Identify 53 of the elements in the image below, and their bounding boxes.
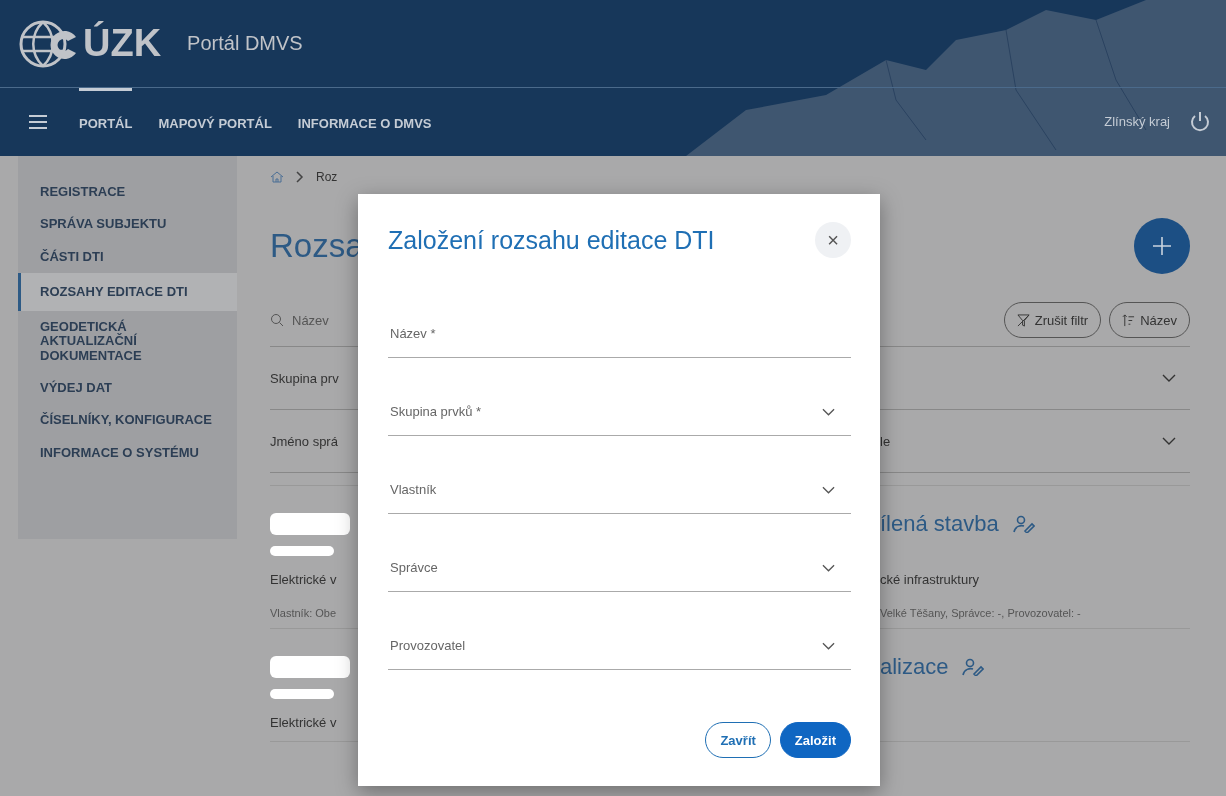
select-field[interactable]: Vlastník bbox=[388, 436, 851, 514]
nav-link[interactable]: MAPOVÝ PORTÁL bbox=[158, 88, 272, 155]
chevron-down-icon bbox=[822, 641, 835, 650]
chevron-down-icon bbox=[822, 563, 835, 572]
person-edit-icon[interactable] bbox=[1012, 515, 1035, 533]
close-button[interactable]: × bbox=[815, 222, 851, 258]
sidebar-item[interactable]: ČÁSTI DTI bbox=[18, 240, 237, 273]
sidebar-item[interactable]: ČÍSELNÍKY, KONFIGURACE bbox=[18, 404, 237, 437]
search-icon bbox=[270, 313, 284, 327]
sidebar-item[interactable]: ROZSAHY EDITACE DTI bbox=[18, 272, 237, 312]
select-field[interactable]: Správce bbox=[388, 514, 851, 592]
create-button[interactable]: Založit bbox=[779, 722, 851, 758]
chevron-down-icon bbox=[822, 485, 835, 494]
globe-logo-icon bbox=[17, 18, 79, 69]
chevron-right-icon bbox=[296, 171, 304, 183]
chevron-down-icon bbox=[822, 407, 835, 416]
card-type-text: cké infrastruktury bbox=[880, 571, 980, 587]
card-title[interactable]: ílená stavba bbox=[880, 511, 999, 537]
redaction-block bbox=[270, 689, 334, 699]
card-meta-text: Vlastník: Obe bbox=[270, 607, 338, 619]
filter-dropdown[interactable]: Jméno sprá bbox=[270, 433, 358, 449]
chevron-down-icon[interactable] bbox=[1162, 437, 1176, 445]
sidebar-item[interactable]: INFORMACE O SYSTÉMU bbox=[18, 436, 237, 469]
card-meta-text: Velké Těšany, Správce: -, Provozovatel: - bbox=[880, 607, 1082, 619]
dialog-title: Založení rozsahu editace DTI bbox=[388, 225, 715, 255]
breadcrumb-link[interactable]: Roz bbox=[316, 170, 338, 184]
sort-icon bbox=[1122, 313, 1136, 327]
redaction-block bbox=[270, 546, 334, 556]
search-field[interactable]: Název bbox=[270, 312, 358, 328]
sidebar-item[interactable]: SPRÁVA SUBJEKTU bbox=[18, 208, 237, 241]
power-icon[interactable] bbox=[1188, 109, 1212, 134]
sidebar-item[interactable]: GEODETICKÁ AKTUALIZAČNÍ DOKUMENTACE bbox=[18, 311, 237, 373]
chevron-down-icon[interactable] bbox=[1162, 374, 1176, 382]
input-field[interactable]: Název * bbox=[388, 280, 851, 358]
select-field[interactable]: Provozovatel bbox=[388, 592, 851, 670]
menu-icon[interactable] bbox=[29, 114, 47, 129]
filter-dropdown[interactable]: Skupina prv bbox=[270, 370, 358, 386]
sidebar-item[interactable]: VÝDEJ DAT bbox=[18, 372, 237, 405]
region-label: Zlínský kraj bbox=[1104, 114, 1170, 129]
nav-link[interactable]: INFORMACE O DMVS bbox=[297, 88, 432, 155]
add-button[interactable] bbox=[1134, 218, 1190, 274]
plus-icon bbox=[1152, 236, 1172, 256]
filter-dropdown[interactable]: le bbox=[880, 433, 891, 449]
select-field[interactable]: Skupina prvků * bbox=[388, 358, 851, 436]
card-type-text: Elektrické v bbox=[270, 714, 338, 730]
sidebar-item[interactable]: REGISTRACE bbox=[18, 176, 237, 209]
logo-text: ÚZK bbox=[83, 22, 162, 65]
card-title[interactable]: alizace bbox=[880, 654, 949, 680]
app-title: Portál DMVS bbox=[187, 32, 303, 55]
person-edit-icon[interactable] bbox=[962, 658, 985, 676]
card-type-text: Elektrické v bbox=[270, 571, 338, 587]
close-dialog-button[interactable]: Zavřít bbox=[705, 722, 771, 758]
filter-off-icon bbox=[1016, 313, 1030, 327]
